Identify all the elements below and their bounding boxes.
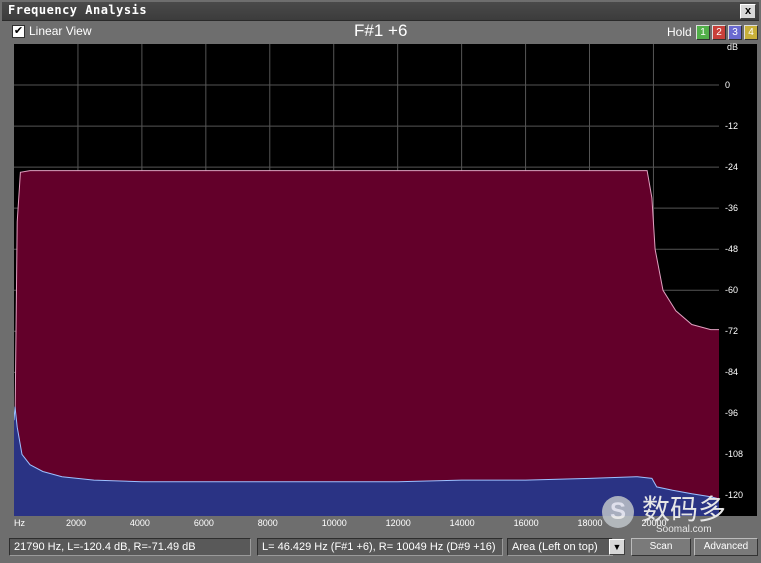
y-tick-label: 0 [725,80,731,91]
peak-readout: L= 46.429 Hz (F#1 +6), R= 10049 Hz (D#9 … [257,538,503,556]
spectrum-area-right [14,170,719,516]
x-tick-label: Hz [14,518,25,528]
y-tick-label: -60 [725,285,739,296]
hold-button-3[interactable]: 3 [728,25,742,40]
advanced-button[interactable]: Advanced [694,538,758,556]
watermark-chinese: 数码多 [642,493,727,526]
soomal-watermark: S 数码多 Soomal.com [602,490,761,538]
db-unit-label: dB [727,42,739,52]
y-tick-label: -12 [725,121,739,132]
x-tick-label: 4000 [129,518,150,528]
x-tick-label: 10000 [321,518,347,528]
hold-button-2[interactable]: 2 [712,25,726,40]
hold-label: Hold [667,25,692,39]
y-tick-label: -72 [725,326,739,337]
scan-button[interactable]: Scan [631,538,691,556]
x-tick-label: 16000 [513,518,539,528]
y-tick-label: -108 [725,449,744,460]
y-tick-label: -84 [725,367,739,378]
spectrum-plot[interactable] [14,44,719,516]
window-title: Frequency Analysis [8,3,148,17]
db-scale [719,44,757,516]
linear-view-label[interactable]: Linear View [29,24,91,38]
note-display: F#1 +6 [354,21,408,40]
x-tick-label: 18000 [577,518,603,528]
x-tick-label: 12000 [385,518,411,528]
chevron-down-icon[interactable]: ▼ [609,539,625,555]
close-icon[interactable]: x [740,4,756,19]
y-tick-label: -48 [725,244,739,255]
spectrum-chart[interactable] [14,44,719,516]
hold-button-1[interactable]: 1 [696,25,710,40]
x-tick-label: 8000 [257,518,278,528]
view-mode-select[interactable]: Area (Left on top) [507,538,613,556]
title-bar[interactable]: Frequency Analysis x [2,2,759,21]
y-tick-label: -24 [725,162,739,173]
y-tick-label: -96 [725,408,739,419]
x-tick-label: 14000 [449,518,475,528]
hold-button-4[interactable]: 4 [744,25,758,40]
cursor-readout: 21790 Hz, L=-120.4 dB, R=-71.49 dB [9,538,251,556]
x-tick-label: 2000 [65,518,86,528]
y-tick-label: -36 [725,203,739,214]
watermark-domain: Soomal.com [656,524,712,535]
soomal-logo-icon: S [602,496,634,528]
toolbar: ✔ Linear View F#1 +6 Hold 1 2 3 4 [2,21,759,43]
linear-view-checkbox[interactable]: ✔ [12,25,25,38]
x-tick-label: 6000 [193,518,214,528]
frequency-analysis-window: Frequency Analysis x ✔ Linear View F#1 +… [0,0,761,563]
